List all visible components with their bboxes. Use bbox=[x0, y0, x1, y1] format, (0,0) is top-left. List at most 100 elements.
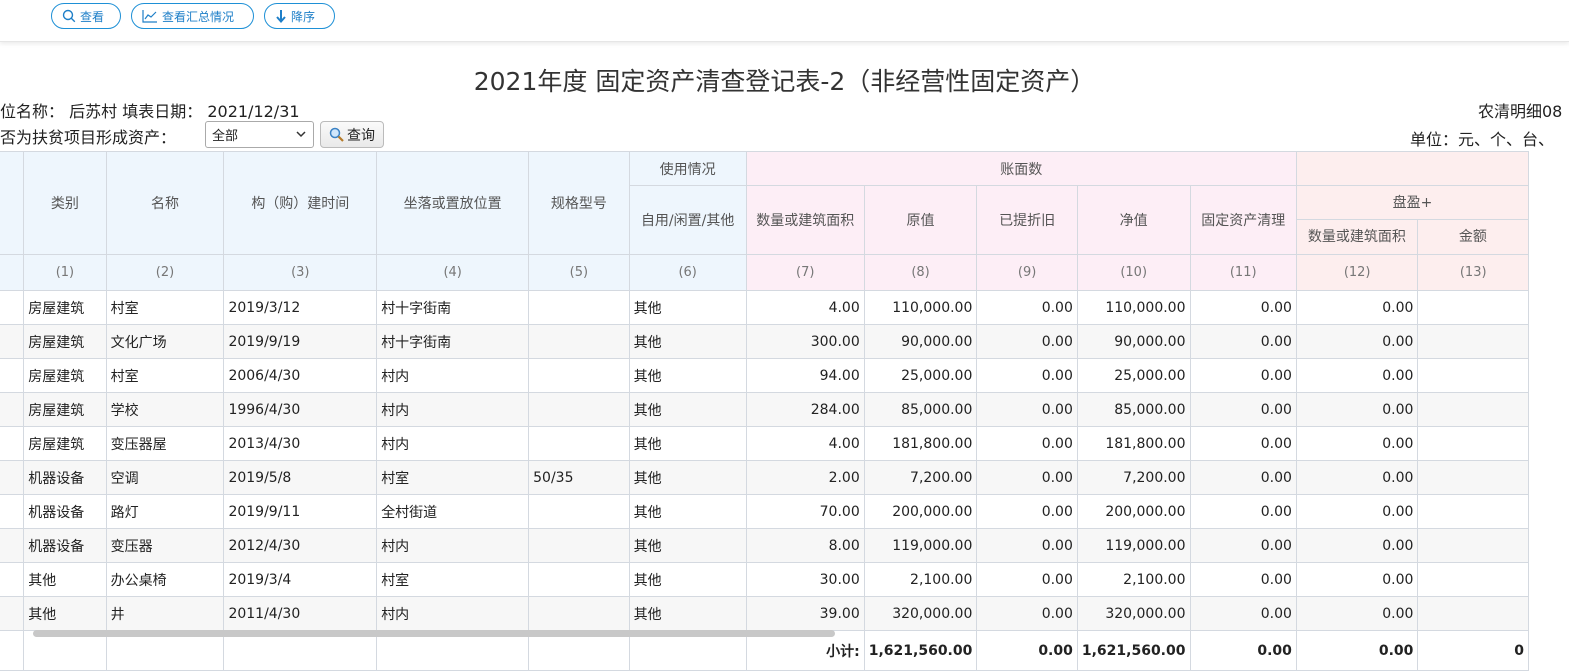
date-value: 2021/12/31 bbox=[207, 102, 300, 121]
cell-loc: 村内 bbox=[376, 392, 530, 427]
cell-sq: 0.00 bbox=[1295, 596, 1419, 631]
cell-name: 文化广场 bbox=[105, 324, 225, 359]
form-code: 农清明细08 bbox=[1478, 102, 1563, 121]
arrow-down-icon bbox=[275, 9, 287, 23]
subtotal-sa: 0 bbox=[1417, 630, 1529, 671]
table-row[interactable]: 8机器设备变压器2012/4/30村内其他8.00119,000.000.001… bbox=[0, 528, 1529, 563]
cell-spec bbox=[528, 596, 630, 631]
cell-spec bbox=[528, 290, 630, 325]
table-row[interactable]: 2房屋建筑文化广场2019/9/19村十字街南其他300.0090,000.00… bbox=[0, 324, 1529, 359]
cell-surplus-amt bbox=[1417, 358, 1529, 393]
column-number-cell: (7) bbox=[745, 254, 865, 291]
table-row[interactable]: 4房屋建筑学校1996/4/30村内其他284.0085,000.000.008… bbox=[0, 392, 1529, 427]
summary-button[interactable]: 查看汇总情况 bbox=[131, 3, 254, 29]
cell-spec bbox=[528, 358, 630, 393]
cell-use: 其他 bbox=[628, 426, 747, 461]
cell-sq: 0.00 bbox=[1295, 392, 1419, 427]
cell-depr: 0.00 bbox=[976, 426, 1078, 461]
cell-spec bbox=[528, 494, 630, 529]
cell-sq: 0.00 bbox=[1295, 290, 1419, 325]
cell-use: 其他 bbox=[628, 562, 747, 597]
table-row[interactable]: 9其他办公桌椅2019/3/4村室其他30.002,100.000.002,10… bbox=[0, 562, 1529, 597]
cell-orig: 90,000.00 bbox=[863, 324, 978, 359]
table-body: 1房屋建筑村室2019/3/12村十字街南其他4.00110,000.000.0… bbox=[0, 290, 1529, 671]
cell-sq: 0.00 bbox=[1295, 426, 1419, 461]
cell-clean: 0.00 bbox=[1189, 290, 1297, 325]
cell-qty: 70.00 bbox=[745, 494, 865, 529]
cell-orig: 25,000.00 bbox=[863, 358, 978, 393]
cell-name: 空调 bbox=[105, 460, 225, 495]
subtotal-clean: 0.00 bbox=[1189, 630, 1297, 671]
cell-depr: 0.00 bbox=[976, 528, 1078, 563]
cell-cat: 房屋建筑 bbox=[23, 290, 107, 325]
table-row[interactable]: 1房屋建筑村室2019/3/12村十字街南其他4.00110,000.000.0… bbox=[0, 290, 1529, 325]
column-number-cell: (12) bbox=[1295, 254, 1419, 291]
cell-use: 其他 bbox=[628, 528, 747, 563]
column-number-cell: (5) bbox=[528, 254, 630, 291]
column-number-cell: (1) bbox=[23, 254, 107, 291]
cell-cat: 机器设备 bbox=[23, 528, 107, 563]
cell-depr: 0.00 bbox=[976, 358, 1078, 393]
cell-loc: 村内 bbox=[376, 528, 530, 563]
cell-sq: 0.00 bbox=[1295, 494, 1419, 529]
header-location: 坐落或置放位置 bbox=[376, 151, 530, 255]
cell-sq: 0.00 bbox=[1295, 528, 1419, 563]
subtotal-empty bbox=[0, 630, 25, 671]
subtotal-net: 1,621,560.00 bbox=[1076, 630, 1191, 671]
header-index bbox=[0, 151, 25, 255]
cell-depr: 0.00 bbox=[976, 290, 1078, 325]
column-number-row: (1) (2) (3) (4) (5) (6) (7) (8) (9) (10) (11) (12)(… bbox=[0, 254, 1529, 291]
column-number-cell: (9) bbox=[976, 254, 1078, 291]
query-button[interactable]: 查询 bbox=[320, 121, 384, 148]
cell-cat: 房屋建筑 bbox=[23, 426, 107, 461]
cell-name: 井 bbox=[105, 596, 225, 631]
cell-net: 200,000.00 bbox=[1076, 494, 1191, 529]
header-usage-group: 使用情况 bbox=[628, 151, 747, 186]
subtotal-sq: 0.00 bbox=[1295, 630, 1419, 671]
cell-clean: 0.00 bbox=[1189, 596, 1297, 631]
cell-net: 320,000.00 bbox=[1076, 596, 1191, 631]
cell-name: 路灯 bbox=[105, 494, 225, 529]
column-number-cell: (10) bbox=[1076, 254, 1191, 291]
view-button-label: 查看 bbox=[80, 9, 105, 24]
cell-loc: 村室 bbox=[376, 562, 530, 597]
cell-spec bbox=[528, 324, 630, 359]
line-chart-icon bbox=[142, 9, 158, 23]
cell-depr: 0.00 bbox=[976, 460, 1078, 495]
cell-net: 181,800.00 bbox=[1076, 426, 1191, 461]
cell-clean: 0.00 bbox=[1189, 426, 1297, 461]
cell-clean: 0.00 bbox=[1189, 562, 1297, 597]
cell-loc: 村内 bbox=[376, 426, 530, 461]
sort-desc-button[interactable]: 降序 bbox=[264, 3, 335, 29]
poverty-filter-value: 全部 bbox=[212, 129, 239, 144]
poverty-filter-select[interactable]: 全部 bbox=[205, 121, 314, 148]
cell-time: 2013/4/30 bbox=[223, 426, 378, 461]
toolbar: 查看 查看汇总情况 降序 bbox=[0, 0, 1569, 42]
view-button[interactable]: 查看 bbox=[51, 3, 121, 29]
cell-sq: 0.00 bbox=[1295, 562, 1419, 597]
table-row[interactable]: 3房屋建筑村室2006/4/30村内其他94.0025,000.000.0025… bbox=[0, 358, 1529, 393]
cell-surplus-amt bbox=[1417, 528, 1529, 563]
horizontal-scrollbar[interactable] bbox=[33, 630, 835, 637]
cell-name: 村室 bbox=[105, 290, 225, 325]
cell-qty: 4.00 bbox=[745, 426, 865, 461]
cell-use: 其他 bbox=[628, 290, 747, 325]
cell-orig: 119,000.00 bbox=[863, 528, 978, 563]
table-row[interactable]: 5房屋建筑变压器屋2013/4/30村内其他4.00181,800.000.00… bbox=[0, 426, 1529, 461]
column-number-cell: (4) bbox=[376, 254, 530, 291]
cell-orig: 320,000.00 bbox=[863, 596, 978, 631]
header-built-time: 构（购）建时间 bbox=[223, 151, 378, 255]
cell-qty: 8.00 bbox=[745, 528, 865, 563]
header-category: 类别 bbox=[23, 151, 107, 255]
cell-depr: 0.00 bbox=[976, 596, 1078, 631]
cell-qty: 300.00 bbox=[745, 324, 865, 359]
table-row[interactable]: 10其他井2011/4/30村内其他39.00320,000.000.00320… bbox=[0, 596, 1529, 631]
cell-cat: 其他 bbox=[23, 562, 107, 597]
cell-use: 其他 bbox=[628, 392, 747, 427]
column-number-cell: (11) bbox=[1189, 254, 1297, 291]
cell-use: 其他 bbox=[628, 460, 747, 495]
table-row[interactable]: 6机器设备空调2019/5/8村室50/35其他2.007,200.000.00… bbox=[0, 460, 1529, 495]
cell-time: 2011/4/30 bbox=[223, 596, 378, 631]
table-row[interactable]: 7机器设备路灯2019/9/11全村街道其他70.00200,000.000.0… bbox=[0, 494, 1529, 529]
cell-depr: 0.00 bbox=[976, 324, 1078, 359]
